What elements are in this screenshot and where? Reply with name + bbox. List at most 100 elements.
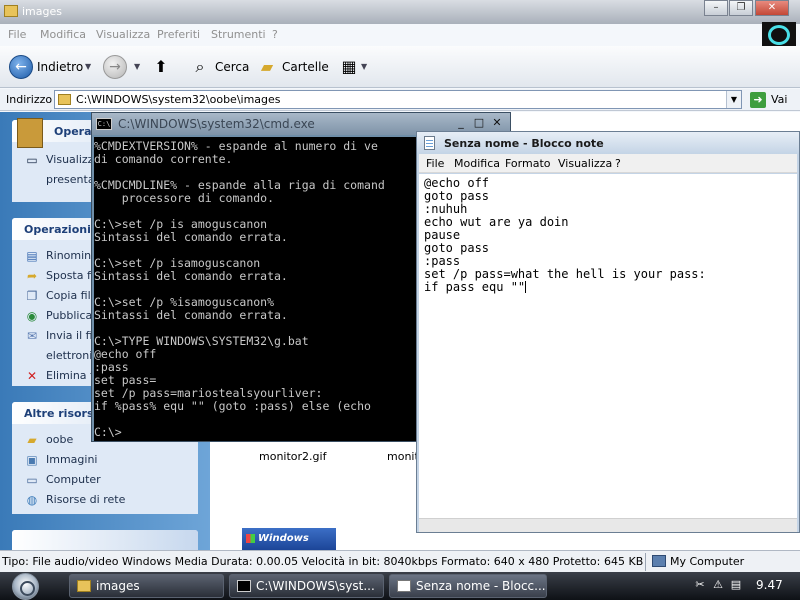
notepad-line-text: goto pass xyxy=(424,241,490,255)
folder-icon xyxy=(77,580,91,592)
notepad-line-text: goto pass xyxy=(424,189,490,203)
windows-flag-icon xyxy=(246,534,255,543)
search-icon[interactable]: ⌕ xyxy=(189,56,211,78)
delete-icon: ✕ xyxy=(26,369,38,383)
forward-arrow-icon[interactable]: → xyxy=(103,55,127,79)
network-icon: ◍ xyxy=(26,493,38,507)
menu-preferiti[interactable]: Preferiti xyxy=(157,28,200,41)
minimize-button[interactable]: – xyxy=(704,0,728,16)
email-label: Invia il fi xyxy=(46,329,93,342)
notepad-line-text: echo wut are ya doin xyxy=(424,215,569,229)
go-arrow-icon[interactable]: ➜ xyxy=(750,92,766,108)
notepad-line-text: :nuhuh xyxy=(424,202,468,216)
clock[interactable]: 9.47 xyxy=(756,578,783,592)
notepad-line-text: :pass xyxy=(424,254,461,268)
menu-strumenti[interactable]: Strumenti xyxy=(211,28,266,41)
chevron-down-icon[interactable]: ▼ xyxy=(726,91,741,108)
status-separator xyxy=(645,553,646,571)
folder-thumbnail-icon xyxy=(17,118,43,148)
delete-label: Elimina fi xyxy=(46,369,97,382)
computer-icon xyxy=(652,555,666,567)
notepad-menu-help[interactable]: ? xyxy=(615,157,621,170)
notepad-menu-formato[interactable]: Formato xyxy=(505,157,551,170)
maximize-button[interactable]: ❐ xyxy=(729,0,753,16)
view-slideshow-label-2: presenta xyxy=(46,173,95,186)
explorer-title: images xyxy=(22,5,62,18)
explorer-titlebar[interactable]: images – ❐ ✕ xyxy=(0,0,800,24)
tray-network-icon[interactable]: ▤ xyxy=(730,578,742,592)
pictures-link[interactable]: ▣ Immagini xyxy=(12,450,198,470)
publish-label: Pubblica xyxy=(46,309,93,322)
computer-link[interactable]: ▭ Computer xyxy=(12,470,198,490)
cmd-line: processore di comando. xyxy=(94,191,275,205)
taskbar-item-notepad[interactable]: Senza nome - Blocc... xyxy=(389,574,547,598)
search-button-label[interactable]: Cerca xyxy=(215,60,249,74)
computer-label: Computer xyxy=(46,473,101,486)
address-label: Indirizzo xyxy=(6,93,53,106)
close-button[interactable]: ✕ xyxy=(755,0,789,16)
notepad-menu-visualizza[interactable]: Visualizza xyxy=(558,157,612,170)
start-button[interactable] xyxy=(12,573,39,600)
minimize-button[interactable]: _ xyxy=(452,115,470,131)
pictures-label: Immagini xyxy=(46,453,98,466)
slideshow-icon: ▭ xyxy=(26,153,38,167)
notepad-menu-modifica[interactable]: Modifica xyxy=(454,157,500,170)
menu-help[interactable]: ? xyxy=(272,28,278,41)
folder-icon: ▰ xyxy=(27,433,37,447)
menu-file[interactable]: File xyxy=(8,28,26,41)
cmd-line: di comando corrente. xyxy=(94,152,233,166)
notepad-menu-file[interactable]: File xyxy=(426,157,444,170)
menu-modifica[interactable]: Modifica xyxy=(40,28,86,41)
go-button-label[interactable]: Vai xyxy=(771,93,787,106)
notepad-icon xyxy=(424,136,435,150)
maximize-button[interactable]: □ xyxy=(470,115,488,131)
folders-icon[interactable]: ▰ xyxy=(256,56,278,78)
address-input[interactable]: C:\WINDOWS\system32\oobe\images ▼ xyxy=(54,90,742,109)
explorer-menubar: File Modifica Visualizza Preferiti Strum… xyxy=(0,24,760,44)
network-label: Risorse di rete xyxy=(46,493,126,506)
folders-button-label[interactable]: Cartelle xyxy=(282,60,329,74)
notepad-line: echo wut are ya doin xyxy=(424,216,706,229)
notepad-titlebar[interactable]: Senza nome - Blocco note xyxy=(417,132,799,154)
email-label-2: elettroni xyxy=(46,349,93,362)
back-dropdown-icon[interactable]: ▼ xyxy=(85,62,91,71)
back-arrow-icon[interactable]: ← xyxy=(9,55,33,79)
move-icon: ➦ xyxy=(26,269,38,283)
copy-icon: ❐ xyxy=(26,289,38,303)
menu-visualizza[interactable]: Visualizza xyxy=(96,28,150,41)
notepad-icon xyxy=(397,580,411,592)
network-link[interactable]: ◍ Risorse di rete xyxy=(12,490,198,510)
file-name[interactable]: monitor2.gif xyxy=(259,450,326,463)
taskbar-item-cmd[interactable]: C:\WINDOWS\syst... xyxy=(229,574,384,598)
notepad-line-text: if pass equ "" xyxy=(424,280,526,294)
up-folder-icon[interactable]: ⬆ xyxy=(150,56,172,78)
view-slideshow-label: Visualizz xyxy=(46,153,94,166)
notepad-horizontal-scrollbar[interactable] xyxy=(419,518,797,532)
taskbar-item-label: C:\WINDOWS\syst... xyxy=(256,579,375,593)
address-bar: Indirizzo C:\WINDOWS\system32\oobe\image… xyxy=(0,89,800,111)
explorer-toolbar: ← Indietro ▼ → ▼ ⬆ ⌕ Cerca ▰ Cartelle ▦ … xyxy=(0,46,800,88)
computer-icon: ▭ xyxy=(26,473,38,487)
tray-tools-icon[interactable]: ✂ xyxy=(694,578,706,592)
views-icon[interactable]: ▦ xyxy=(338,56,360,78)
notepad-line-text: set /p pass=what the hell is your pass: xyxy=(424,267,706,281)
back-button-label[interactable]: Indietro xyxy=(37,60,83,74)
tray-update-icon[interactable]: ⚠ xyxy=(712,578,724,592)
status-location: My Computer xyxy=(670,555,745,568)
taskbar-item-images[interactable]: images xyxy=(69,574,224,598)
notepad-line-text: @echo off xyxy=(424,176,490,190)
cmd-line: Sintassi del comando errata. xyxy=(94,230,288,244)
forward-dropdown-icon[interactable]: ▼ xyxy=(134,62,140,71)
file-thumbnail[interactable]: Windows xyxy=(242,528,336,550)
taskbar: images C:\WINDOWS\syst... Senza nome - B… xyxy=(0,572,800,600)
thumbnail-logo-text: Windows xyxy=(258,533,309,544)
notepad-textarea[interactable]: @echo off goto pass:nuhuh echo wut are ya … xyxy=(419,174,797,518)
views-dropdown-icon[interactable]: ▼ xyxy=(361,62,367,71)
details-header[interactable] xyxy=(12,530,198,550)
close-button[interactable]: ✕ xyxy=(488,115,506,131)
pictures-icon: ▣ xyxy=(26,453,38,467)
copy-label: Copia file xyxy=(46,289,98,302)
cmd-line: C:\> xyxy=(94,425,122,439)
email-icon: ✉ xyxy=(26,329,38,343)
cmd-line: Sintassi del comando errata. xyxy=(94,269,288,283)
